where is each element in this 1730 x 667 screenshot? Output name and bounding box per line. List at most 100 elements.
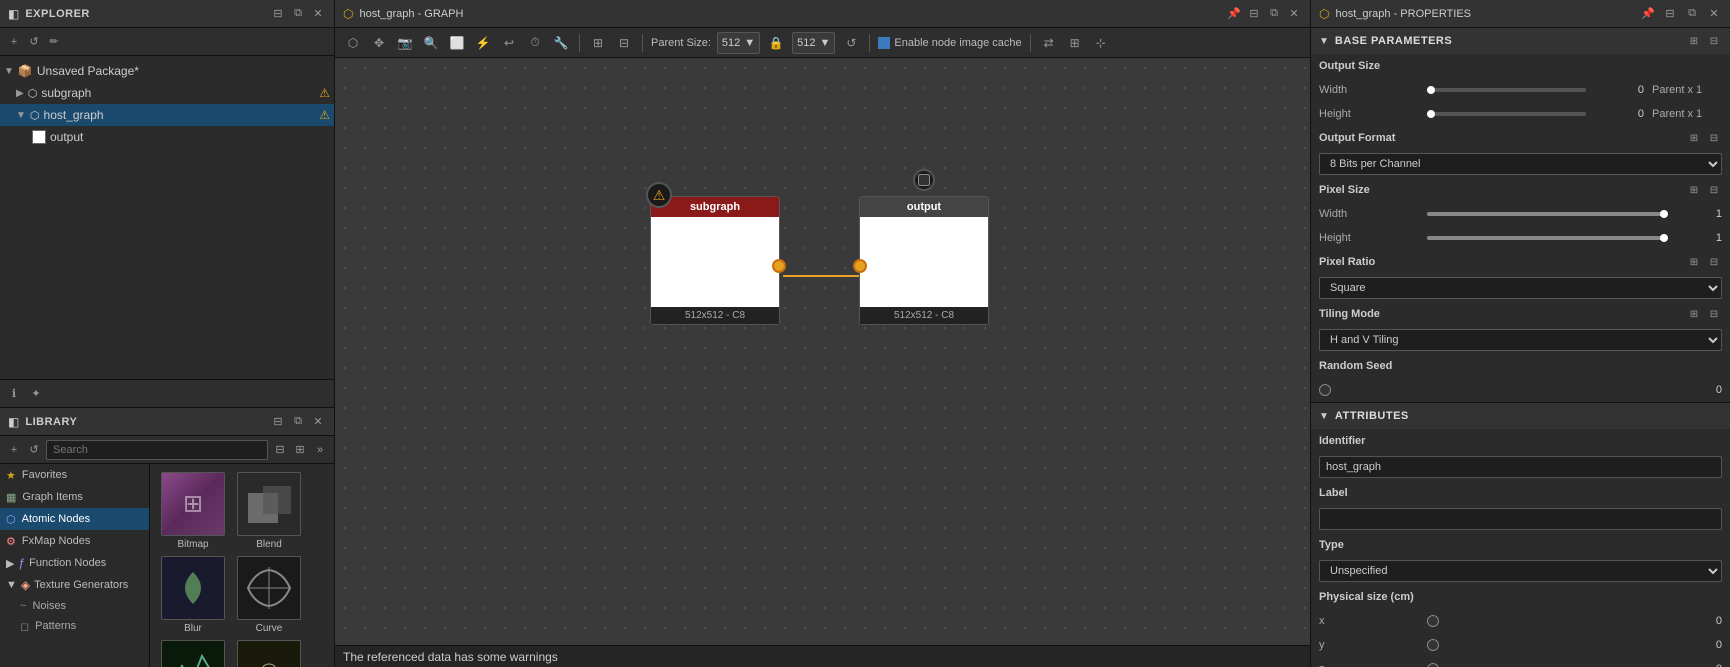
height-slider[interactable] <box>1427 112 1586 116</box>
tiling-mode-icon2[interactable]: ⊟ <box>1706 306 1722 322</box>
pixel-size-icon2[interactable]: ⊟ <box>1706 182 1722 198</box>
prop-close[interactable]: ✕ <box>1706 6 1722 22</box>
explorer-float[interactable]: ⧉ <box>290 6 306 22</box>
library-minimize[interactable]: ⊟ <box>270 414 286 430</box>
lib-tile-row2-1[interactable]: Curve <box>234 556 304 634</box>
size-dropdown-2[interactable]: 512 ▼ <box>792 32 835 54</box>
explorer-refresh[interactable]: ↺ <box>26 34 42 50</box>
graph-close[interactable]: ✕ <box>1286 6 1302 22</box>
library-float[interactable]: ⧉ <box>290 414 306 430</box>
lib-item-atomic-nodes[interactable]: ⬡ Atomic Nodes <box>0 508 149 530</box>
pixel-ratio-select[interactable]: Square NTSC PAL <box>1319 277 1722 299</box>
lib-tile-blur[interactable]: Blur <box>158 556 228 634</box>
prop-pin[interactable]: 📌 <box>1640 6 1656 22</box>
tool-select[interactable]: ⬡ <box>343 33 363 53</box>
lib-sub-noises[interactable]: ~ Noises <box>0 596 149 616</box>
tool-time[interactable]: ⏱ <box>525 33 545 53</box>
library-search-input[interactable] <box>46 440 268 460</box>
height-slider-container[interactable] <box>1427 112 1586 116</box>
explorer-add[interactable]: + <box>6 34 22 50</box>
reset-icon[interactable]: ↺ <box>841 33 861 53</box>
width-slider-container[interactable] <box>1427 88 1586 92</box>
pixel-width-slider[interactable] <box>1427 212 1664 216</box>
tool-zoom[interactable]: 🔍 <box>421 33 441 53</box>
prop-minimize[interactable]: ⊟ <box>1662 6 1678 22</box>
pixel-ratio-icon1[interactable]: ⊞ <box>1686 254 1702 270</box>
tiling-mode-icon1[interactable]: ⊞ <box>1686 306 1702 322</box>
tool-connect[interactable]: ⚡ <box>473 33 493 53</box>
graph-pin[interactable]: 📌 <box>1226 6 1242 22</box>
output-format-icon2[interactable]: ⊟ <box>1706 130 1722 146</box>
explorer-edit[interactable]: ✏ <box>46 34 62 50</box>
library-more-btn[interactable]: » <box>312 442 328 458</box>
tool-bend[interactable]: ↩ <box>499 33 519 53</box>
physical-x-circle[interactable] <box>1427 615 1439 627</box>
tool-move[interactable]: ✥ <box>369 33 389 53</box>
pixel-width-slider-container[interactable] <box>1427 212 1664 216</box>
tool-wrench[interactable]: 🔧 <box>551 33 571 53</box>
tool-grid2[interactable]: ⊟ <box>614 33 634 53</box>
lib-item-favorites[interactable]: ★ Favorites <box>0 464 149 486</box>
identifier-input[interactable] <box>1319 456 1722 478</box>
view-toggle[interactable]: ⇄ <box>1039 33 1059 53</box>
tree-host-graph[interactable]: ▼ ⬡ host_graph ⚠ <box>0 104 334 126</box>
lib-item-graph-items[interactable]: ▦ Graph Items <box>0 486 149 508</box>
layout-icon[interactable]: ⊞ <box>1065 33 1085 53</box>
lib-tile-bitmap[interactable]: Bitmap <box>158 472 228 550</box>
graph-canvas[interactable]: ⚠ subgraph 512x512 - C8 output 512x512 -… <box>335 58 1310 645</box>
width-suffix: Parent x 1 <box>1652 84 1722 96</box>
explorer-bottom-icon2[interactable]: ✦ <box>28 386 44 402</box>
lib-function-nodes-toggle[interactable]: ▶ ƒ Function Nodes <box>0 552 149 574</box>
cache-checkbox[interactable] <box>878 37 890 49</box>
physical-y-circle[interactable] <box>1427 639 1439 651</box>
pixel-size-icon1[interactable]: ⊞ <box>1686 182 1702 198</box>
output-format-select[interactable]: 8 Bits per Channel 16 Bits per Channel <box>1319 153 1722 175</box>
graph-minimize[interactable]: ⊟ <box>1246 6 1262 22</box>
physical-z-circle[interactable] <box>1427 663 1439 667</box>
type-select[interactable]: Unspecified Albedo Normal <box>1319 560 1722 582</box>
tree-package[interactable]: ▼ 📦 Unsaved Package* <box>0 60 334 82</box>
prop-float[interactable]: ⧉ <box>1684 6 1700 22</box>
pixel-height-slider-container[interactable] <box>1427 236 1664 240</box>
library-filter-btn[interactable]: ⊟ <box>272 442 288 458</box>
blend-tile-img <box>237 472 301 536</box>
lib-tile-row2-3[interactable]: Levels <box>234 640 304 667</box>
width-slider[interactable] <box>1427 88 1586 92</box>
base-params-icon1[interactable]: ⊞ <box>1686 33 1702 49</box>
explorer-minimize[interactable]: ⊟ <box>270 6 286 22</box>
random-seed-circle[interactable] <box>1319 384 1331 396</box>
lib-item-fxmap-nodes[interactable]: ⚙ FxMap Nodes <box>0 530 149 552</box>
explorer-bottom-icon1[interactable]: ℹ <box>6 386 22 402</box>
lib-sub-patterns[interactable]: ◻ Patterns <box>0 616 149 636</box>
lib-texture-generators-toggle[interactable]: ▼ ◈ Texture Generators <box>0 574 149 596</box>
library-close[interactable]: ✕ <box>310 414 326 430</box>
tree-output[interactable]: output <box>0 126 334 148</box>
output-graph-node[interactable]: output 512x512 - C8 <box>859 196 989 325</box>
parent-size-dropdown[interactable]: 512 ▼ <box>717 32 760 54</box>
explorer-close[interactable]: ✕ <box>310 6 326 22</box>
output-left-port[interactable] <box>853 259 867 273</box>
library-sort-btn[interactable]: ⊞ <box>292 442 308 458</box>
library-refresh-btn[interactable]: ↺ <box>26 442 42 458</box>
tree-subgraph[interactable]: ▶ ⬡ subgraph ⚠ <box>0 82 334 104</box>
tool-grid[interactable]: ⊞ <box>588 33 608 53</box>
library-add-btn[interactable]: + <box>6 442 22 458</box>
attributes-header[interactable]: ▼ ATTRIBUTES <box>1311 403 1730 429</box>
pixel-height-slider[interactable] <box>1427 236 1664 240</box>
label-input[interactable] <box>1319 508 1722 530</box>
pixel-ratio-icon2[interactable]: ⊟ <box>1706 254 1722 270</box>
subgraph-graph-node[interactable]: ⚠ subgraph 512x512 - C8 <box>650 196 780 325</box>
tiling-mode-select[interactable]: H and V Tiling No Tiling <box>1319 329 1722 351</box>
cache-checkbox-label[interactable]: Enable node image cache <box>878 37 1021 49</box>
base-params-icon2[interactable]: ⊟ <box>1706 33 1722 49</box>
subgraph-right-port[interactable] <box>772 259 786 273</box>
lock-icon[interactable]: 🔒 <box>766 33 786 53</box>
lib-tile-blend[interactable]: Blend <box>234 472 304 550</box>
base-parameters-header[interactable]: ▼ BASE PARAMETERS ⊞ ⊟ <box>1311 28 1730 54</box>
graph-float[interactable]: ⧉ <box>1266 6 1282 22</box>
lib-tile-row2-2[interactable]: Gradient <box>158 640 228 667</box>
output-format-icon1[interactable]: ⊞ <box>1686 130 1702 146</box>
snap-icon[interactable]: ⊹ <box>1091 33 1111 53</box>
tool-camera[interactable]: 📷 <box>395 33 415 53</box>
tool-frame[interactable]: ⬜ <box>447 33 467 53</box>
